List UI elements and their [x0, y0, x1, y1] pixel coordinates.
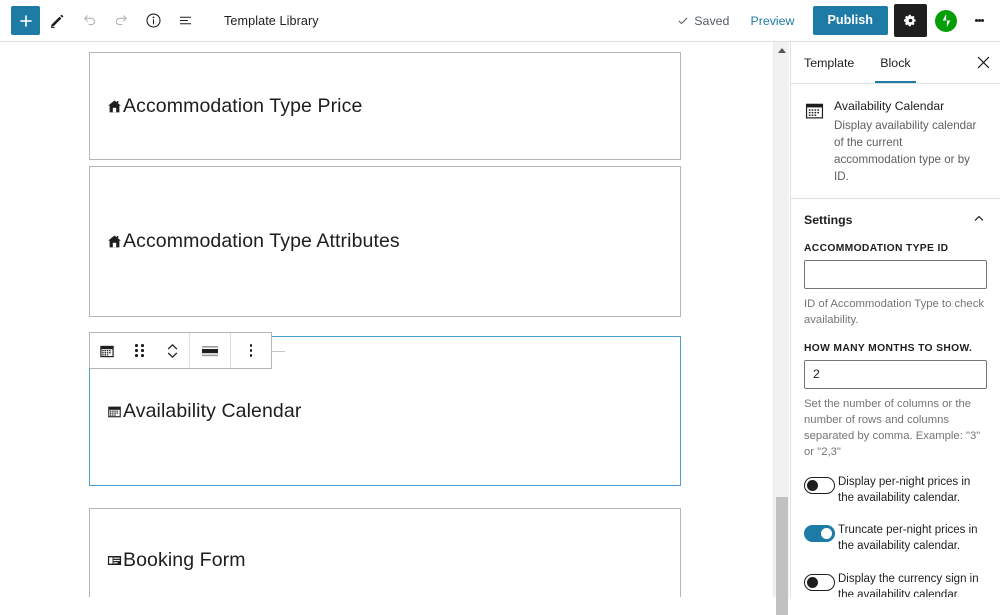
home-icon	[107, 234, 122, 249]
drag-handle-icon	[135, 344, 144, 357]
chevron-up-icon	[972, 211, 986, 230]
block-info-title: Availability Calendar	[834, 99, 945, 113]
close-icon	[977, 56, 989, 69]
plus-icon	[19, 14, 32, 27]
block-toolbar-group-align	[190, 333, 230, 368]
redo-button[interactable]	[106, 6, 136, 36]
toggle-knob	[807, 576, 818, 588]
pencil-icon	[50, 14, 63, 29]
more-options-icon	[249, 343, 253, 358]
saved-status[interactable]: Saved	[668, 14, 738, 28]
drag-handle-button[interactable]	[123, 333, 156, 368]
block-accommodation-type-attributes[interactable]: Accommodation Type Attributes	[89, 166, 681, 317]
calendar-icon	[107, 404, 122, 419]
add-block-button[interactable]	[11, 6, 40, 35]
home-icon	[107, 99, 122, 114]
more-options-button[interactable]	[966, 6, 992, 36]
undo-icon	[83, 15, 95, 26]
align-icon	[202, 345, 218, 356]
accommodation-type-id-input[interactable]	[804, 259, 987, 289]
settings-sidebar: Template Block Availability Calendar Dis…	[790, 42, 1000, 597]
toggle-display-currency-sign-label: Display the currency sign in the availab…	[838, 572, 979, 597]
block-toolbar-group-more	[231, 333, 271, 368]
toggle-row-display-prices: Display per-night prices in the availabi…	[804, 475, 987, 507]
tab-template[interactable]: Template	[791, 42, 867, 83]
more-options-icon	[980, 19, 984, 22]
top-toolbar-right: Saved Preview Publish	[668, 4, 1000, 37]
block-label-text: Booking Form	[123, 549, 246, 571]
block-label: Booking Form	[90, 549, 246, 572]
calendar-icon	[99, 345, 114, 357]
canvas-scrollbar[interactable]	[773, 42, 789, 615]
move-up-down-icon	[167, 343, 178, 358]
toolbar-connector-line	[271, 350, 285, 352]
block-label-text: Accommodation Type Price	[123, 94, 363, 117]
toggle-knob	[807, 479, 818, 491]
months-to-show-input[interactable]	[804, 359, 987, 389]
jetpack-lightning-icon	[942, 13, 950, 28]
months-to-show-label: HOW MANY MONTHS TO SHOW.	[804, 342, 973, 354]
block-label: Availability Calendar	[90, 400, 301, 423]
move-up-down-button[interactable]	[156, 333, 189, 368]
toggle-row-currency-sign: Display the currency sign in the availab…	[804, 572, 987, 597]
settings-button[interactable]	[894, 4, 927, 37]
accommodation-type-id-help: ID of Accommodation Type to check availa…	[804, 297, 985, 326]
block-more-options-button[interactable]	[231, 333, 271, 368]
block-label-text: Accommodation Type Attributes	[123, 230, 400, 252]
saved-label: Saved	[694, 13, 730, 28]
details-info-button[interactable]	[138, 6, 168, 36]
jetpack-button[interactable]	[935, 9, 957, 32]
close-sidebar-button[interactable]	[966, 42, 1000, 83]
edit-tool-button[interactable]	[42, 6, 72, 36]
block-info-card: Availability Calendar Display availabili…	[791, 84, 1000, 198]
toggle-row-truncate-prices: Truncate per-night prices in the availab…	[804, 523, 987, 555]
info-circle-icon	[145, 13, 161, 28]
block-toolbar	[89, 332, 285, 369]
top-toolbar: Template Library Saved Preview Publish	[0, 0, 1000, 42]
toggle-truncate-per-night-prices[interactable]	[804, 525, 835, 543]
editor-canvas[interactable]: Accommodation Type Price Accommodation T…	[0, 42, 790, 597]
undo-button[interactable]	[74, 6, 104, 36]
gear-icon	[904, 14, 916, 27]
block-toolbar-group-primary	[90, 333, 189, 368]
toggle-truncate-per-night-prices-label: Truncate per-night prices in the availab…	[838, 524, 978, 553]
settings-panel-header[interactable]: Settings	[791, 199, 1000, 242]
block-label: Accommodation Type Attributes	[90, 230, 400, 253]
toggle-display-currency-sign[interactable]	[804, 573, 835, 591]
top-toolbar-left: Template Library	[0, 6, 319, 36]
settings-panel: Settings ACCOMMODATION TYPE ID ID of Acc…	[791, 197, 1000, 597]
list-view-button[interactable]	[170, 6, 200, 36]
block-accommodation-type-price[interactable]: Accommodation Type Price	[89, 52, 681, 160]
block-type-button[interactable]	[90, 333, 123, 368]
preview-button[interactable]: Preview	[738, 14, 806, 28]
block-booking-form[interactable]: Booking Form	[89, 508, 681, 597]
align-button[interactable]	[190, 333, 230, 368]
toggle-display-per-night-prices-label: Display per-night prices in the availabi…	[838, 475, 971, 504]
scroll-up-arrow-icon[interactable]	[778, 48, 786, 53]
block-info-description: Display availability calendar of the cur…	[834, 119, 977, 183]
check-icon	[678, 17, 688, 24]
form-icon	[107, 553, 122, 568]
settings-panel-title: Settings	[804, 213, 853, 228]
block-info-text: Availability Calendar Display availabili…	[834, 98, 986, 186]
block-label-text: Availability Calendar	[123, 399, 302, 422]
accommodation-type-id-label: ACCOMMODATION TYPE ID	[804, 242, 949, 254]
sidebar-tabs: Template Block	[791, 42, 1000, 84]
tab-block[interactable]: Block	[867, 42, 923, 83]
calendar-icon	[803, 99, 825, 121]
settings-panel-body: ACCOMMODATION TYPE ID ID of Accommodatio…	[791, 242, 1000, 597]
months-to-show-help: Set the number of columns or the number …	[804, 397, 981, 458]
publish-button[interactable]: Publish	[812, 6, 888, 35]
scrollbar-thumb[interactable]	[776, 497, 788, 615]
toggle-knob	[821, 528, 832, 540]
toggle-display-per-night-prices[interactable]	[804, 476, 835, 494]
redo-icon	[115, 15, 127, 26]
list-view-icon	[179, 16, 191, 25]
template-title: Template Library	[224, 13, 319, 28]
block-label: Accommodation Type Price	[90, 95, 362, 118]
